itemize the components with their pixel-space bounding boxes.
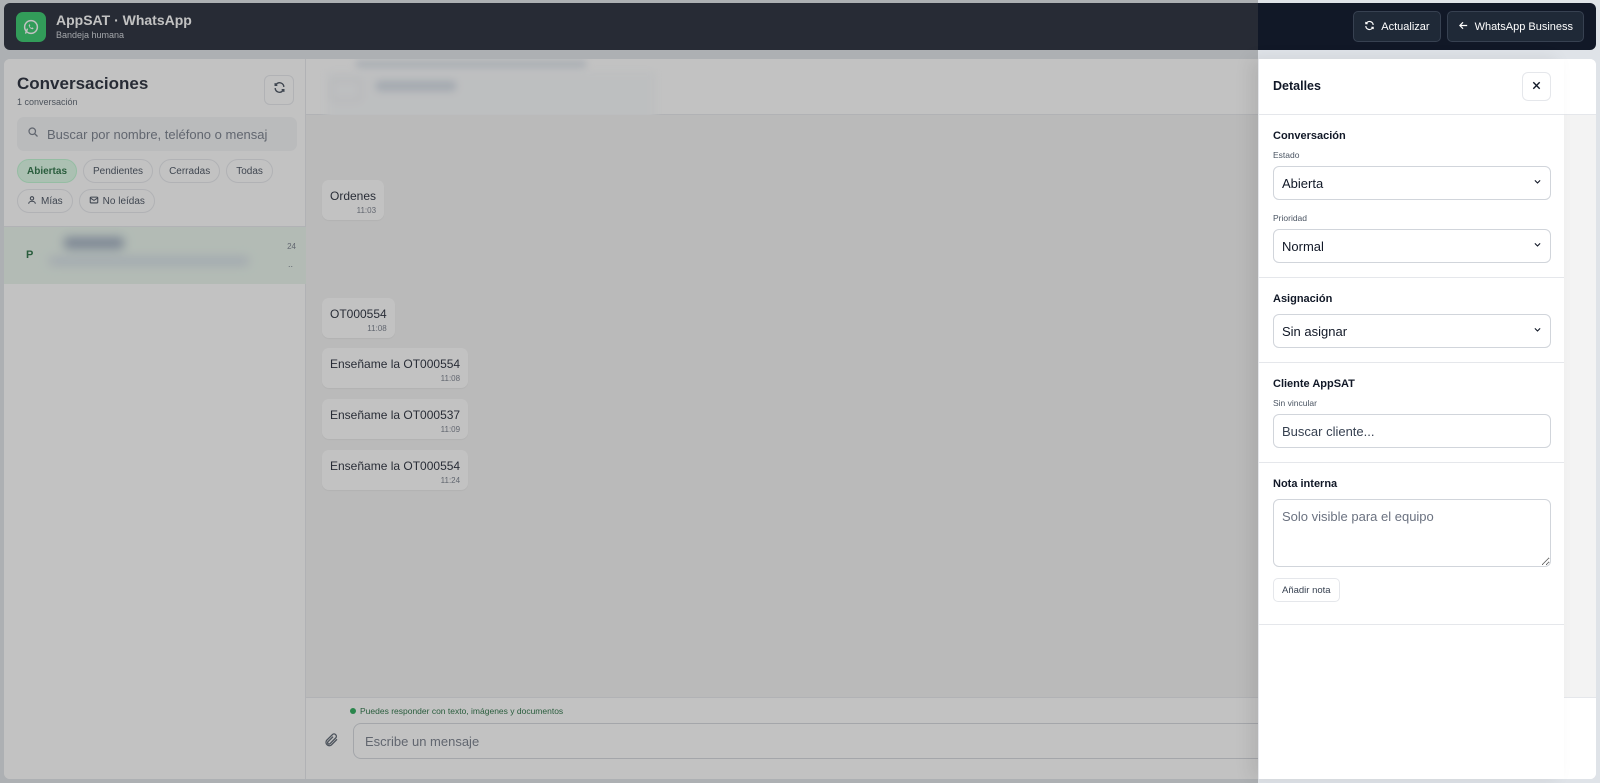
whatsapp-business-button[interactable]: WhatsApp Business (1446, 11, 1584, 42)
whatsapp-business-label: WhatsApp Business (1474, 20, 1573, 33)
refresh-button[interactable]: Actualizar (1353, 11, 1441, 42)
assignment-value: Sin asignar (1282, 323, 1348, 339)
message-time: 11:24 (440, 476, 461, 485)
filter-todas[interactable]: Todas (226, 159, 273, 183)
message-bubble: Enseñame la OT000554 11:08 (322, 348, 469, 388)
search-box (17, 117, 297, 151)
filter-label: Abiertas (27, 165, 68, 177)
conversations-sidebar: Conversaciones 1 conversación Abiertas P… (4, 59, 306, 779)
chevron-down-icon (1533, 177, 1542, 189)
filter-mias[interactable]: Mías (17, 189, 73, 213)
message-time: 11:08 (367, 324, 387, 333)
conversation-count: 1 conversación (17, 97, 78, 107)
priority-select[interactable]: Normal (1273, 229, 1551, 263)
sidebar-refresh-button[interactable] (264, 75, 294, 105)
message-text: Enseñame la OT000537 (330, 408, 461, 422)
message-bubble: Enseñame la OT000537 11:09 (322, 399, 469, 439)
chevron-down-icon (1533, 325, 1542, 337)
chevron-down-icon (1533, 240, 1542, 252)
section-title: Nota interna (1273, 478, 1338, 490)
mail-icon (89, 195, 99, 208)
message-bubble: Ordenes 11:03 (322, 180, 385, 220)
close-button[interactable] (1522, 72, 1551, 101)
refresh-icon (273, 81, 286, 99)
status-label: Estado (1273, 150, 1300, 160)
filter-label: No leídas (102, 195, 145, 207)
message-text: OT000554 (330, 307, 387, 321)
refresh-label: Actualizar (1381, 20, 1430, 33)
details-header: Detalles (1259, 59, 1564, 115)
filter-abiertas[interactable]: Abiertas (17, 159, 78, 183)
message-time: 11:03 (356, 206, 377, 215)
note-section: Nota interna Añadir nota (1259, 463, 1564, 625)
details-panel: Detalles Conversación Estado Abierta Pri… (1258, 59, 1564, 779)
message-text: Enseñame la OT000554 (330, 459, 461, 473)
filter-label: Pendientes (93, 165, 144, 177)
assignment-select[interactable]: Sin asignar (1273, 314, 1551, 348)
client-section: Cliente AppSAT Sin vincular (1259, 363, 1564, 463)
app-title: AppSAT · WhatsApp (56, 12, 192, 28)
message-text: Enseñame la OT000554 (330, 357, 461, 371)
blurred-chat-header (326, 61, 656, 127)
status-dot-icon (350, 708, 356, 714)
filter-cerradas[interactable]: Cerradas (159, 159, 221, 183)
conversation-section: Conversación Estado Abierta Prioridad No… (1259, 115, 1564, 278)
conversation-preview: .. (287, 259, 293, 269)
search-input[interactable] (47, 126, 267, 142)
status-value: Abierta (1282, 175, 1324, 191)
message-text: Ordenes (330, 189, 377, 203)
app-subtitle: Bandeja humana (56, 30, 125, 40)
filter-label: Todas (236, 165, 263, 177)
status-select[interactable]: Abierta (1273, 166, 1551, 200)
message-bubble: OT000554 11:08 (322, 298, 395, 338)
message-bubble: Enseñame la OT000554 11:24 (322, 450, 469, 490)
filter-chips: Abiertas Pendientes Cerradas Todas Mías … (17, 159, 297, 213)
priority-label: Prioridad (1273, 213, 1308, 223)
note-textarea[interactable] (1273, 499, 1551, 567)
arrow-left-icon (1458, 20, 1469, 34)
message-time: 11:09 (440, 425, 461, 434)
user-icon (27, 195, 37, 208)
section-title: Conversación (1273, 130, 1346, 142)
avatar: P (26, 249, 34, 261)
filter-no-leidas[interactable]: No leídas (78, 189, 155, 213)
priority-value: Normal (1282, 238, 1324, 254)
filter-label: Cerradas (169, 165, 211, 177)
client-status: Sin vincular (1273, 398, 1317, 408)
conversation-item[interactable]: P 24 .. (4, 226, 306, 284)
assignment-section: Asignación Sin asignar (1259, 278, 1564, 363)
sidebar-title: Conversaciones (17, 74, 149, 93)
close-icon (1531, 78, 1542, 96)
reply-hint: Puedes responder con texto, imágenes y d… (350, 706, 563, 716)
section-title: Cliente AppSAT (1273, 378, 1355, 390)
whatsapp-logo-icon (16, 11, 46, 42)
search-icon (27, 125, 39, 143)
details-title: Detalles (1273, 79, 1321, 93)
reply-hint-text: Puedes responder con texto, imágenes y d… (360, 706, 564, 716)
client-search-input[interactable] (1273, 414, 1551, 448)
message-time: 11:08 (440, 374, 461, 383)
conversation-time: 24 (287, 242, 296, 251)
paperclip-icon[interactable] (323, 732, 339, 753)
filter-pendientes[interactable]: Pendientes (83, 159, 154, 183)
refresh-icon (1364, 20, 1375, 34)
top-bar: AppSAT · WhatsApp Bandeja humana Actuali… (4, 3, 1596, 50)
section-title: Asignación (1273, 293, 1333, 305)
filter-label: Mías (41, 195, 63, 207)
add-note-button[interactable]: Añadir nota (1273, 578, 1340, 602)
blurred-contact (49, 237, 269, 271)
